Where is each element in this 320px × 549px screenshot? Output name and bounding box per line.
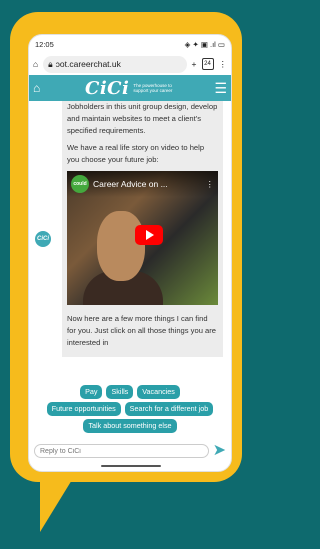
- url-text: ɔot.careerchat.uk: [55, 59, 121, 69]
- app-home-icon[interactable]: ⌂: [33, 81, 51, 95]
- reply-input[interactable]: [34, 444, 209, 458]
- video-title-bar: could Career Advice on ... ⋮: [67, 171, 218, 197]
- hamburger-menu-icon[interactable]: ☰: [214, 80, 227, 97]
- cici-avatar: CiCi: [35, 231, 51, 247]
- status-icons: ◈ ✦ ▣ .ıl ▭: [184, 39, 225, 49]
- message-paragraph: We have a real life story on video to he…: [67, 143, 205, 164]
- cici-logo: CiCi: [85, 77, 130, 99]
- home-icon[interactable]: ⌂: [33, 59, 38, 69]
- video-title[interactable]: Career Advice on ...: [93, 178, 202, 190]
- address-bar[interactable]: 🔒︎ ɔot.careerchat.uk: [43, 55, 187, 73]
- video-embed[interactable]: could Career Advice on ... ⋮: [67, 171, 218, 305]
- chip-search-different-job[interactable]: Search for a different job: [124, 402, 214, 416]
- video-more-icon[interactable]: ⋮: [206, 178, 215, 190]
- speech-bubble-tail: [40, 470, 78, 532]
- logo-tagline: The powerhouse to support your career: [133, 83, 173, 93]
- browser-bar: ⌂ 🔒︎ ɔot.careerchat.uk + 24 ⋮: [29, 53, 231, 75]
- status-bar: 12:05 ◈ ✦ ▣ .ıl ▭: [29, 35, 231, 53]
- message-paragraph: Jobholders in this unit group design, de…: [67, 102, 218, 135]
- channel-logo[interactable]: could: [71, 175, 89, 193]
- bot-message: Jobholders in this unit group design, de…: [62, 101, 223, 357]
- chip-skills[interactable]: Skills: [106, 385, 134, 399]
- chip-vacancies[interactable]: Vacancies: [137, 385, 180, 399]
- send-icon[interactable]: ➤: [213, 443, 226, 459]
- reply-bar: ➤: [34, 443, 226, 459]
- chip-talk-something-else[interactable]: Talk about something else: [83, 419, 177, 433]
- app-header: ⌂ CiCi The powerhouse to support your ca…: [29, 75, 231, 101]
- play-button[interactable]: [135, 225, 163, 245]
- more-menu-icon[interactable]: ⋮: [219, 59, 228, 70]
- new-tab-icon[interactable]: +: [192, 59, 197, 69]
- chip-pay[interactable]: Pay: [80, 385, 103, 399]
- video-person-face: [97, 211, 145, 281]
- chat-area[interactable]: CiCi Jobholders in this unit group desig…: [29, 101, 231, 397]
- message-paragraph: Now here are a few more things I can fin…: [67, 314, 216, 347]
- tab-switcher-button[interactable]: 24: [201, 58, 214, 70]
- phone-screen: 12:05 ◈ ✦ ▣ .ıl ▭ ⌂ 🔒︎ ɔot.careerchat.uk…: [28, 34, 232, 472]
- lock-icon: 🔒︎: [48, 58, 53, 69]
- chip-future-opportunities[interactable]: Future opportunities: [46, 402, 121, 416]
- quick-replies: Pay Skills Vacancies Future opportunitie…: [29, 385, 231, 433]
- gesture-nav-bar[interactable]: [101, 465, 161, 467]
- status-time: 12:05: [35, 39, 54, 49]
